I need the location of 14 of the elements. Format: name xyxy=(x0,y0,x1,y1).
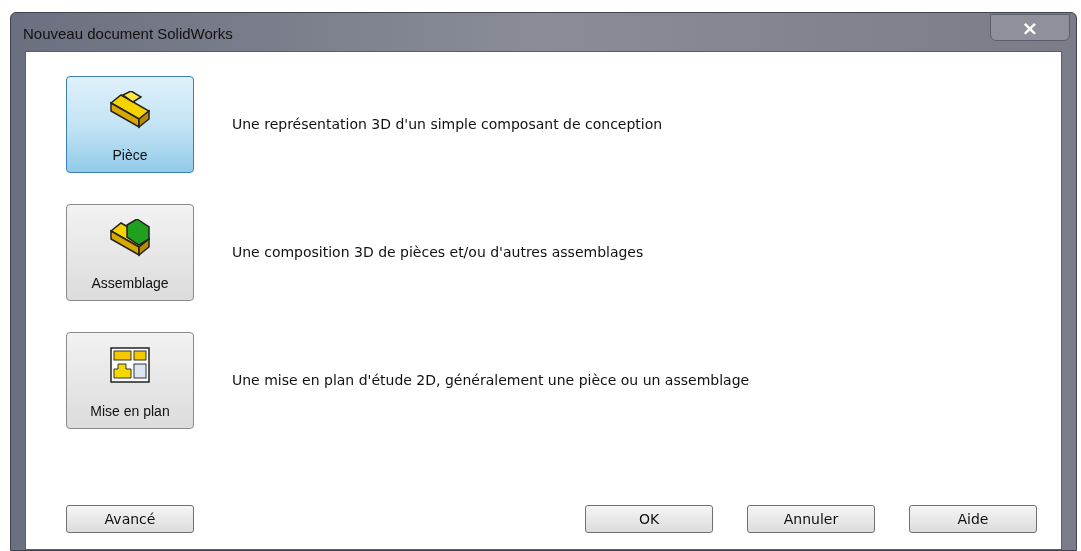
block-part-icon xyxy=(109,91,151,129)
template-description: Une composition 3D de pièces et/ou d'autres assemblages xyxy=(232,243,644,262)
block-assembly-icon xyxy=(109,219,151,257)
advanced-button[interactable]: Avancé xyxy=(66,505,194,533)
dialog-button[interactable]: OK xyxy=(585,505,713,533)
window-title: Nouveau document SolidWorks xyxy=(23,24,233,44)
template-description: Une mise en plan d'étude 2D, généralement une pièce ou un assemblage xyxy=(232,371,750,390)
dialog-button[interactable]: Aide xyxy=(909,505,1037,533)
template-button[interactable]: Assemblage xyxy=(66,204,194,301)
template-button[interactable]: Pièce xyxy=(66,76,194,173)
dialog-button[interactable]: Annuler xyxy=(747,505,875,533)
template-button[interactable]: Mise en plan xyxy=(66,332,194,429)
template-description: Une représentation 3D d'un simple composant de conception xyxy=(232,115,663,134)
drawing-sheet-icon xyxy=(110,347,150,383)
